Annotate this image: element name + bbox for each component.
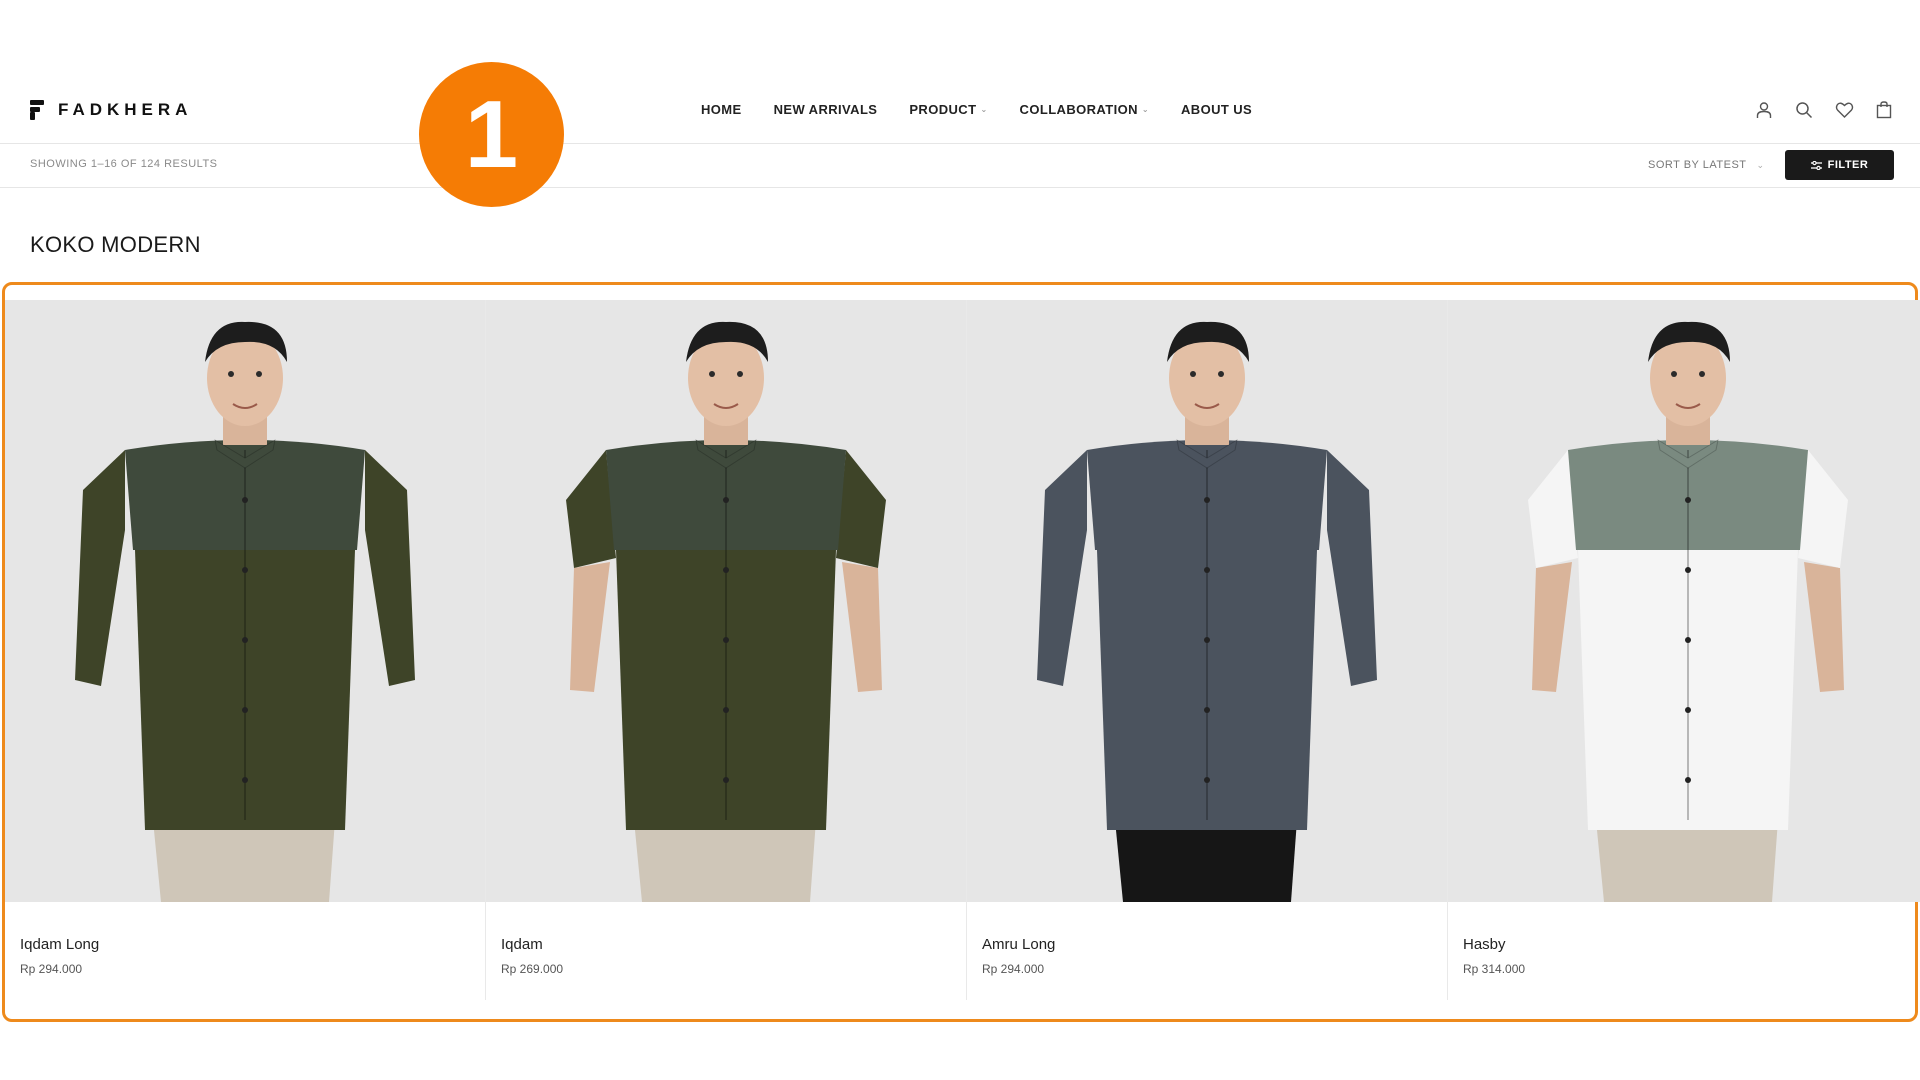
product-price: Rp 294.000 <box>982 962 1045 976</box>
sort-dropdown[interactable]: SORT BY LATEST ⌄ <box>1648 159 1765 171</box>
step-number-badge: 1 <box>419 62 564 207</box>
product-info: Iqdam Rp 269.000 <box>486 902 966 976</box>
search-icon[interactable] <box>1794 100 1814 120</box>
nav-item-home[interactable]: HOME <box>701 102 742 117</box>
nav-item-collaboration[interactable]: COLLABORATION ⌄ <box>1020 102 1149 117</box>
product-card[interactable]: Iqdam Long Rp 294.000 <box>5 300 486 1000</box>
chevron-down-icon: ⌄ <box>1141 105 1149 114</box>
product-name[interactable]: Hasby <box>1463 936 1920 953</box>
product-image[interactable] <box>1448 300 1920 902</box>
header-actions <box>1754 100 1894 120</box>
heart-icon[interactable] <box>1834 100 1854 120</box>
product-price: Rp 294.000 <box>20 962 83 976</box>
logo-mark-icon <box>30 100 44 120</box>
brand-name: FADKHERA <box>58 100 193 119</box>
product-name[interactable]: Iqdam Long <box>20 936 485 953</box>
results-count: SHOWING 1–16 OF 124 RESULTS <box>30 158 218 170</box>
nav-item-product[interactable]: PRODUCT ⌄ <box>909 102 987 117</box>
product-price: Rp 314.000 <box>1463 962 1526 976</box>
filter-icon <box>1810 160 1822 170</box>
brand-logo[interactable]: FADKHERA <box>30 100 192 120</box>
product-info: Amru Long Rp 294.000 <box>967 902 1447 976</box>
product-info: Hasby Rp 314.000 <box>1448 902 1920 976</box>
shopping-bag-icon[interactable] <box>1874 100 1894 120</box>
user-icon[interactable] <box>1754 100 1774 120</box>
sort-label: SORT BY LATEST <box>1648 159 1747 171</box>
product-image[interactable] <box>5 300 485 902</box>
model-figure <box>967 300 1447 902</box>
nav-item-about-us[interactable]: ABOUT US <box>1181 102 1252 117</box>
page-title: KOKO MODERN <box>30 232 201 257</box>
product-card[interactable]: Amru Long Rp 294.000 <box>967 300 1448 1000</box>
filter-label: FILTER <box>1827 159 1869 171</box>
results-toolbar: SHOWING 1–16 OF 124 RESULTS SORT BY LATE… <box>0 144 1920 188</box>
chevron-down-icon: ⌄ <box>980 105 988 114</box>
product-card[interactable]: Hasby Rp 314.000 <box>1448 300 1920 1000</box>
model-figure <box>1448 300 1920 902</box>
main-nav: HOME NEW ARRIVALS PRODUCT ⌄ COLLABORATION… <box>701 102 1252 117</box>
product-image[interactable] <box>967 300 1447 902</box>
product-name[interactable]: Amru Long <box>982 936 1447 953</box>
product-info: Iqdam Long Rp 294.000 <box>5 902 485 976</box>
filter-button[interactable]: FILTER <box>1785 150 1894 180</box>
product-price: Rp 269.000 <box>501 962 564 976</box>
product-name[interactable]: Iqdam <box>501 936 966 953</box>
nav-item-new-arrivals[interactable]: NEW ARRIVALS <box>774 102 878 117</box>
product-grid: Iqdam Long Rp 294.000 Iqdam Rp 269.000 Amru … <box>5 300 1920 1000</box>
chevron-down-icon: ⌄ <box>1756 159 1765 170</box>
model-figure <box>486 300 966 902</box>
model-figure <box>5 300 485 902</box>
site-header: FADKHERA HOME NEW ARRIVALS PRODUCT ⌄ COLL… <box>0 62 1920 144</box>
product-image[interactable] <box>486 300 966 902</box>
product-card[interactable]: Iqdam Rp 269.000 <box>486 300 967 1000</box>
